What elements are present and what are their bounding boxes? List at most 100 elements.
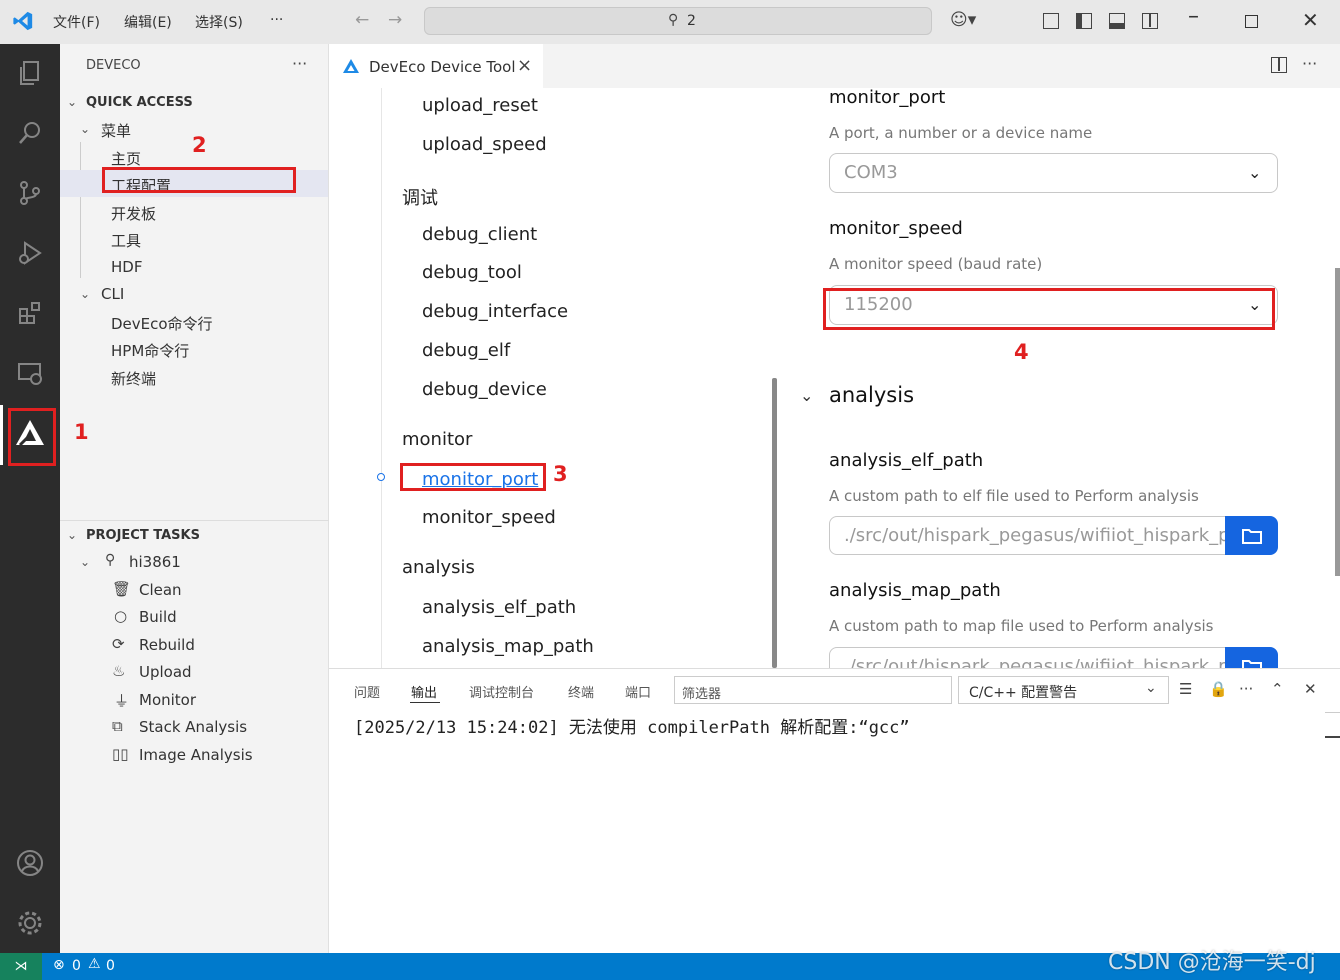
task-stack-analysis[interactable]: Stack Analysis [139,718,247,736]
task-clean[interactable]: Clean [139,581,182,599]
sidebar-item-tools[interactable]: 工具 [111,230,141,251]
explorer-icon[interactable] [0,51,60,95]
source-control-icon[interactable] [0,171,60,215]
panel-tab-terminal[interactable]: 终端 [568,682,594,701]
nav-debug-header[interactable]: 调试 [402,184,438,210]
tab-close-icon[interactable]: × [517,55,532,76]
layout-panels-icon[interactable] [1043,13,1059,29]
nav-debug-interface[interactable]: debug_interface [422,301,568,322]
nav-debug-device[interactable]: debug_device [422,379,547,400]
panel-tab-ports[interactable]: 端口 [625,682,651,701]
task-monitor[interactable]: Monitor [139,691,196,709]
content-scrollbar[interactable] [1335,268,1340,576]
section-divider [60,520,329,521]
analysis-section-chevron-icon[interactable]: ⌄ [800,386,813,405]
nav-analysis-map-path[interactable]: analysis_map_path [422,636,594,657]
minimize-icon[interactable]: – [1188,4,1199,29]
back-arrow-icon[interactable]: ← [355,10,369,30]
task-build[interactable]: Build [139,608,177,626]
command-center-search[interactable]: ⚲ 2 [424,7,932,35]
active-tab-underline [410,702,440,703]
analysis-map-path-title: analysis_map_path [829,580,1001,601]
warning-icon[interactable]: ⚠ [88,956,101,972]
remote-indicator-icon[interactable]: ⋊ [0,953,42,980]
analysis-elf-path-input[interactable]: ./src/out/hispark_pegasus/wifiiot_hispar… [829,516,1227,555]
sidebar-item-boards[interactable]: 开发板 [111,203,156,224]
cli-group-label[interactable]: CLI [101,285,124,303]
nav-debug-elf[interactable]: debug_elf [422,340,510,361]
nav-monitor-header[interactable]: monitor [402,429,472,450]
analysis-elf-path-desc: A custom path to elf file used to Perfor… [829,487,1199,505]
monitor-port-select[interactable]: COM3 ⌄ [829,153,1278,193]
toggle-sidebar-icon[interactable] [1076,13,1092,29]
plug-icon: ⏚ [114,692,130,710]
output-filter-input[interactable]: 筛选器 [674,676,952,704]
nav-analysis-elf-path[interactable]: analysis_elf_path [422,597,576,618]
panel-tab-output[interactable]: 输出 [411,682,437,701]
menu-group-chevron-icon[interactable]: ⌄ [80,122,90,136]
maximize-panel-icon[interactable]: ⌃ [1271,680,1284,698]
tab-deveco-device-tool[interactable]: DevEco Device Tool × [329,44,543,88]
nav-monitor-speed[interactable]: monitor_speed [422,507,556,528]
task-rebuild[interactable]: Rebuild [139,636,195,654]
sidebar-item-hdf[interactable]: HDF [111,258,142,276]
toggle-panel-icon[interactable] [1109,13,1125,29]
nav-upload-speed[interactable]: upload_speed [422,134,547,155]
nav-analysis-header[interactable]: analysis [402,557,475,578]
quick-access-chevron-icon[interactable]: ⌄ [67,95,77,109]
project-tasks-header[interactable]: PROJECT TASKS [86,528,200,543]
toggle-secondary-sidebar-icon[interactable] [1142,13,1158,29]
error-count[interactable]: 0 [72,958,81,974]
nav-scrollbar[interactable] [772,378,777,668]
error-icon[interactable]: ⊗ [53,957,65,973]
sidebar-item-new-terminal[interactable]: 新终端 [111,368,156,389]
nav-debug-tool[interactable]: debug_tool [422,262,522,283]
forward-arrow-icon[interactable]: → [388,10,402,30]
editor-more-icon[interactable]: ··· [1302,54,1317,73]
nav-debug-client[interactable]: debug_client [422,224,537,245]
menu-select[interactable]: 选择(S) [195,12,243,32]
split-editor-icon[interactable] [1271,57,1287,73]
project-tasks-chevron-icon[interactable]: ⌄ [67,528,77,542]
menu-file[interactable]: 文件(F) [53,12,100,32]
cli-group-chevron-icon[interactable]: ⌄ [80,287,90,301]
extensions-icon[interactable] [0,291,60,335]
remote-explorer-icon[interactable] [0,351,60,395]
monitor-port-title: monitor_port [829,87,946,108]
flame-icon: ♨ [112,662,126,680]
annotation-number-2: 2 [192,133,207,157]
manage-gear-icon[interactable] [0,901,60,945]
panel-more-icon[interactable]: ··· [1239,680,1253,698]
maximize-icon[interactable] [1245,15,1258,28]
project-chevron-icon[interactable]: ⌄ [80,555,90,569]
panel-tab-problems[interactable]: 问题 [354,682,380,701]
account-icon[interactable] [0,841,60,885]
menu-group-label[interactable]: 菜单 [101,120,131,141]
menu-edit[interactable]: 编辑(E) [124,12,172,32]
project-name[interactable]: hi3861 [129,553,181,571]
sidebar-item-deveco-cli[interactable]: DevEco命令行 [111,313,213,334]
task-upload[interactable]: Upload [139,663,192,681]
menu-more[interactable]: ··· [270,12,283,28]
sidebar-item-hpm-cli[interactable]: HPM命令行 [111,340,189,361]
copilot-icon[interactable]: ☺▾ [950,10,976,30]
warning-count[interactable]: 0 [106,958,115,974]
quick-access-header[interactable]: QUICK ACCESS [86,95,193,110]
panel-tab-debug-console[interactable]: 调试控制台 [469,682,534,701]
clear-output-icon[interactable]: ☰ [1179,680,1192,698]
analysis-section-title[interactable]: analysis [829,383,914,407]
search-view-icon[interactable] [0,111,60,155]
browse-elf-button[interactable] [1225,516,1278,555]
nav-upload-reset[interactable]: upload_reset [422,95,538,116]
browse-map-button[interactable] [1225,647,1278,668]
close-panel-icon[interactable]: ✕ [1304,680,1317,698]
run-debug-icon[interactable] [0,231,60,275]
close-window-icon[interactable]: ✕ [1302,8,1319,32]
analysis-map-path-input[interactable]: ./src/out/hispark_pegasus/wifiiot_hispar… [829,647,1227,668]
channel-value: C/C++ 配置警告 [969,685,1078,701]
sidebar-item-home[interactable]: 主页 [111,148,141,169]
sidebar-more-icon[interactable]: ··· [292,54,307,73]
task-image-analysis[interactable]: Image Analysis [139,746,253,764]
lock-scroll-icon[interactable]: 🔒 [1209,680,1228,698]
output-channel-select[interactable]: C/C++ 配置警告 ⌄ [958,676,1169,704]
